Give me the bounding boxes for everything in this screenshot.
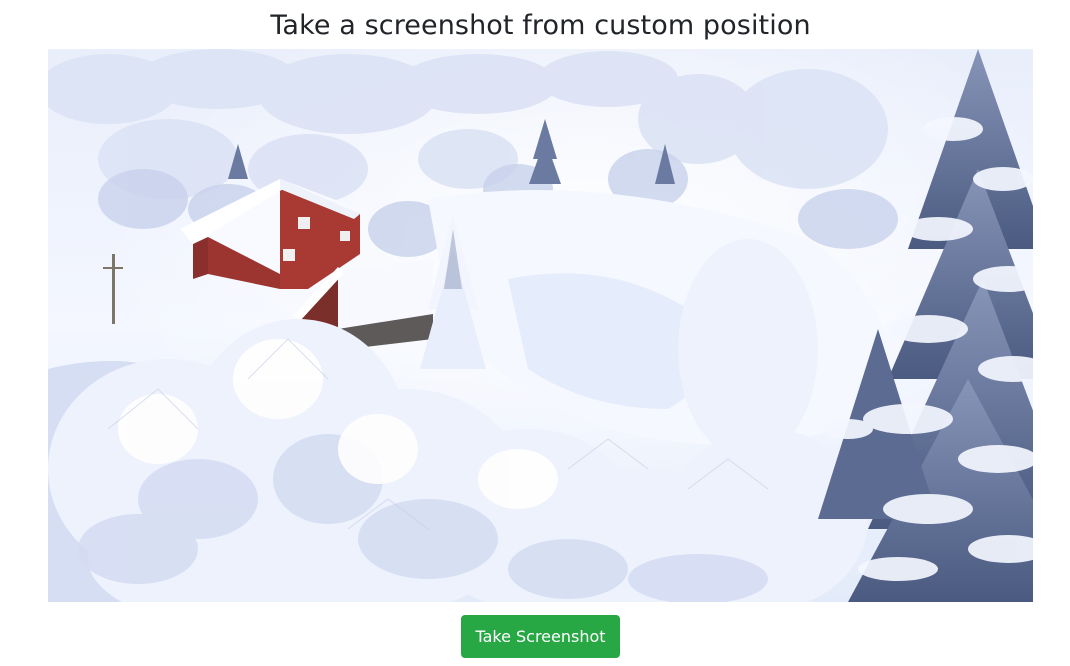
snow-scene-image <box>48 49 1033 602</box>
page-title: Take a screenshot from custom position <box>270 10 811 41</box>
video-frame[interactable] <box>48 49 1033 602</box>
page: Take a screenshot from custom position T… <box>0 0 1070 666</box>
take-screenshot-button[interactable]: Take Screenshot <box>461 615 620 658</box>
